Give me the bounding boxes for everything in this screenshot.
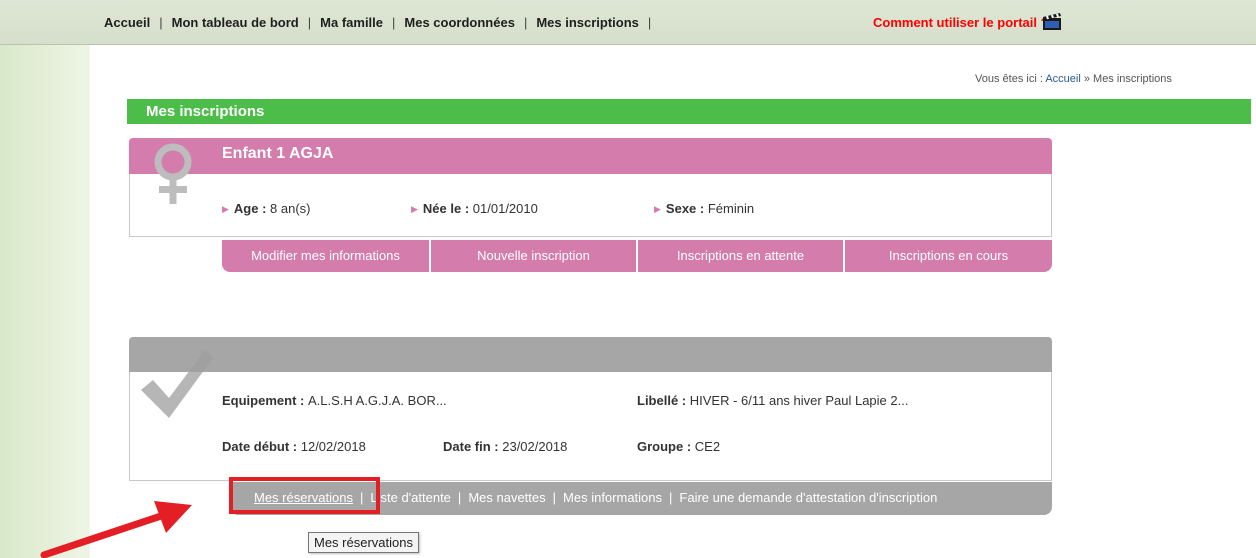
mes-informations-link[interactable]: Mes informations xyxy=(563,490,662,505)
inscription-end-date: Date fin : 23/02/2018 xyxy=(443,439,567,454)
breadcrumb-separator: » xyxy=(1080,73,1094,85)
inscription-equipment: Equipement : A.L.S.H A.G.J.A. BOR... xyxy=(222,393,447,408)
end-value: 23/02/2018 xyxy=(502,439,568,454)
left-decorative-strip xyxy=(0,0,90,558)
breadcrumb-current: Mes inscriptions xyxy=(1093,73,1172,85)
sex-value: Féminin xyxy=(707,201,755,216)
end-label: Date fin : xyxy=(443,439,503,454)
new-inscription-button[interactable]: Nouvelle inscription xyxy=(431,240,636,272)
group-value: CE2 xyxy=(694,439,721,454)
page-title: Mes inscriptions xyxy=(146,103,265,120)
clapperboard-icon[interactable] xyxy=(1042,11,1062,31)
nav-separator: | xyxy=(647,15,652,30)
main-nav: Accueil | Mon tableau de bord | Ma famille | M… xyxy=(104,15,660,33)
inscription-libelle: Libellé : HIVER - 6/11 ans hiver Paul La… xyxy=(637,393,908,408)
born-label: Née le : xyxy=(422,201,473,216)
inscription-card-header xyxy=(129,337,1052,372)
sex-label: Sexe : xyxy=(665,201,708,216)
inscription-group: Groupe : CE2 xyxy=(637,439,720,454)
child-age: ▶ Age : 8 an(s) xyxy=(222,201,311,216)
link-separator: | xyxy=(457,490,462,505)
link-separator: | xyxy=(552,490,557,505)
tooltip: Mes réservations xyxy=(308,532,419,553)
born-value: 01/01/2010 xyxy=(472,201,538,216)
age-label: Age : xyxy=(233,201,271,216)
pending-inscriptions-button[interactable]: Inscriptions en attente xyxy=(638,240,843,272)
nav-item-ma-famille[interactable]: Ma famille xyxy=(320,15,383,30)
equipment-label: Equipement : xyxy=(222,393,308,408)
equipment-value: A.L.S.H A.G.J.A. BOR... xyxy=(307,393,447,408)
age-value: 8 an(s) xyxy=(270,201,311,216)
liste-attente-link[interactable]: Liste d'attente xyxy=(370,490,451,505)
red-arrow-icon xyxy=(40,501,192,558)
breadcrumb-home-link[interactable]: Accueil xyxy=(1045,73,1080,85)
breadcrumb: Vous êtes ici : Accueil » Mes inscriptio… xyxy=(975,73,1172,85)
modify-info-button[interactable]: Modifier mes informations xyxy=(222,240,429,272)
triangle-bullet-icon: ▶ xyxy=(411,204,418,214)
group-label: Groupe : xyxy=(637,439,695,454)
libelle-label: Libellé : xyxy=(637,393,690,408)
current-inscriptions-button[interactable]: Inscriptions en cours xyxy=(845,240,1052,272)
nav-separator: | xyxy=(392,15,396,30)
nav-item-accueil[interactable]: Accueil xyxy=(104,15,150,30)
inscription-start-date: Date début : 12/02/2018 xyxy=(222,439,366,454)
female-symbol-icon xyxy=(154,143,192,204)
nav-item-mes-inscriptions[interactable]: Mes inscriptions xyxy=(536,15,639,30)
nav-separator: | xyxy=(307,15,312,30)
triangle-bullet-icon: ▶ xyxy=(222,204,229,214)
attestation-request-link[interactable]: Faire une demande d'attestation d'inscri… xyxy=(679,490,937,505)
help-link[interactable]: Comment utiliser le portail ? xyxy=(873,15,1049,30)
checkmark-icon xyxy=(141,350,213,418)
child-sex: ▶ Sexe : Féminin xyxy=(654,201,754,216)
breadcrumb-prefix: Vous êtes ici : xyxy=(975,73,1046,85)
nav-separator: | xyxy=(159,15,163,30)
nav-item-mes-coordonnees[interactable]: Mes coordonnées xyxy=(404,15,515,30)
child-name: Enfant 1 AGJA xyxy=(222,145,334,162)
link-separator: | xyxy=(669,490,673,505)
nav-item-tableau-de-bord[interactable]: Mon tableau de bord xyxy=(172,15,299,30)
section-header xyxy=(127,99,1251,124)
triangle-bullet-icon: ▶ xyxy=(654,204,661,214)
annotation-highlight-box xyxy=(229,477,380,514)
start-label: Date début : xyxy=(222,439,301,454)
nav-separator: | xyxy=(523,15,528,30)
child-birthdate: ▶ Née le : 01/01/2010 xyxy=(411,201,538,216)
libelle-value: HIVER - 6/11 ans hiver Paul Lapie 2... xyxy=(689,393,909,408)
start-value: 12/02/2018 xyxy=(300,439,366,454)
inscription-card-body xyxy=(129,372,1052,481)
mes-navettes-link[interactable]: Mes navettes xyxy=(468,490,545,505)
